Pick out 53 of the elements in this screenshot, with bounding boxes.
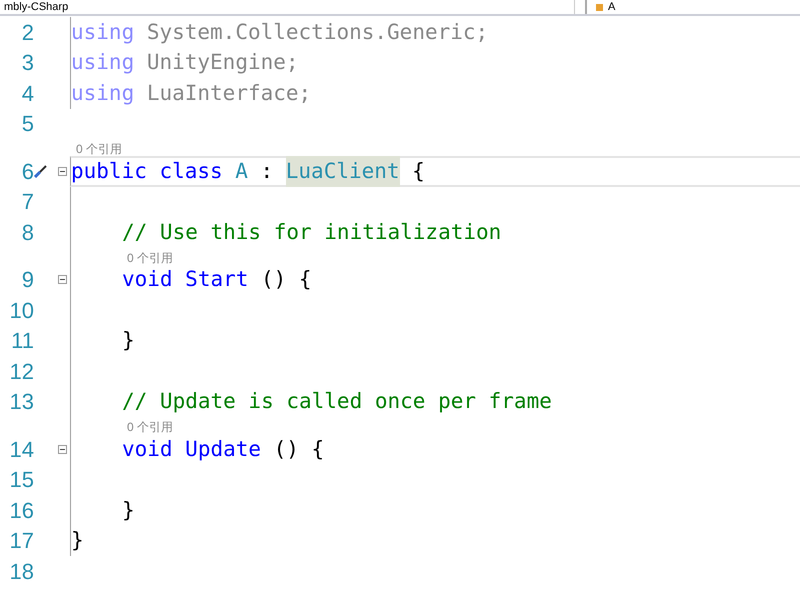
code-token: () — [274, 436, 299, 462]
collapse-icon[interactable] — [58, 275, 66, 284]
code-token: class — [159, 158, 223, 184]
code-comment: // Use this for initialization — [122, 218, 502, 246]
code-comment: // Update is called once per frame — [122, 388, 552, 415]
line-number: 16 — [8, 496, 34, 525]
code-token: { — [412, 158, 425, 184]
code-token: } — [71, 527, 84, 554]
line-number: 13 — [8, 388, 34, 416]
code-token: Update — [185, 436, 262, 462]
collapse-icon[interactable] — [58, 444, 66, 454]
code-token: LuaClient — [286, 156, 400, 187]
line-number: 12 — [8, 358, 34, 386]
code-token: { — [298, 266, 312, 293]
line-number: 3 — [20, 49, 34, 78]
code-token: UnityEngine; — [146, 49, 299, 76]
code-token: void — [122, 436, 173, 462]
line-number: 11 — [10, 327, 34, 356]
line-number: 4 — [20, 80, 34, 108]
line-number: 10 — [8, 296, 34, 325]
code-token: () — [260, 266, 286, 293]
project-dropdown[interactable]: mbly-CSharp — [0, 0, 575, 14]
member-dropdown[interactable]: A — [585, 0, 800, 14]
line-number: 17 — [8, 527, 34, 556]
code-token: void — [122, 266, 173, 293]
member-icon — [595, 2, 604, 12]
code-token: using — [71, 80, 134, 106]
code-token: { — [312, 436, 324, 462]
code-token: Start — [185, 266, 248, 293]
line-number: 5 — [20, 110, 34, 138]
line-number: 2 — [20, 18, 34, 47]
code-token: LuaInterface; — [146, 80, 312, 106]
line-number: 15 — [8, 466, 34, 494]
code-token: System.Collections.Generic; — [146, 18, 488, 46]
line-number: 9 — [20, 266, 34, 294]
code-token: using — [71, 49, 134, 76]
line-number: 7 — [20, 188, 34, 216]
code-token: A — [235, 158, 248, 184]
screwdriver-icon[interactable] — [34, 164, 48, 178]
reference-count[interactable]: 0 个引用 — [76, 250, 174, 264]
reference-count[interactable]: 0 个引用 — [76, 420, 174, 434]
code-token: } — [122, 496, 135, 524]
line-number: 14 — [8, 436, 34, 464]
code-token: : — [260, 158, 274, 184]
code-token: public — [71, 158, 147, 184]
line-number: 6 — [20, 158, 34, 186]
collapse-icon[interactable] — [58, 166, 66, 176]
line-number: 18 — [8, 558, 34, 586]
code-token: } — [122, 327, 135, 354]
reference-count[interactable]: 0 个引用 — [76, 142, 122, 156]
member-name: A — [608, 0, 616, 14]
code-token: using — [71, 18, 134, 46]
line-number: 8 — [20, 218, 34, 247]
